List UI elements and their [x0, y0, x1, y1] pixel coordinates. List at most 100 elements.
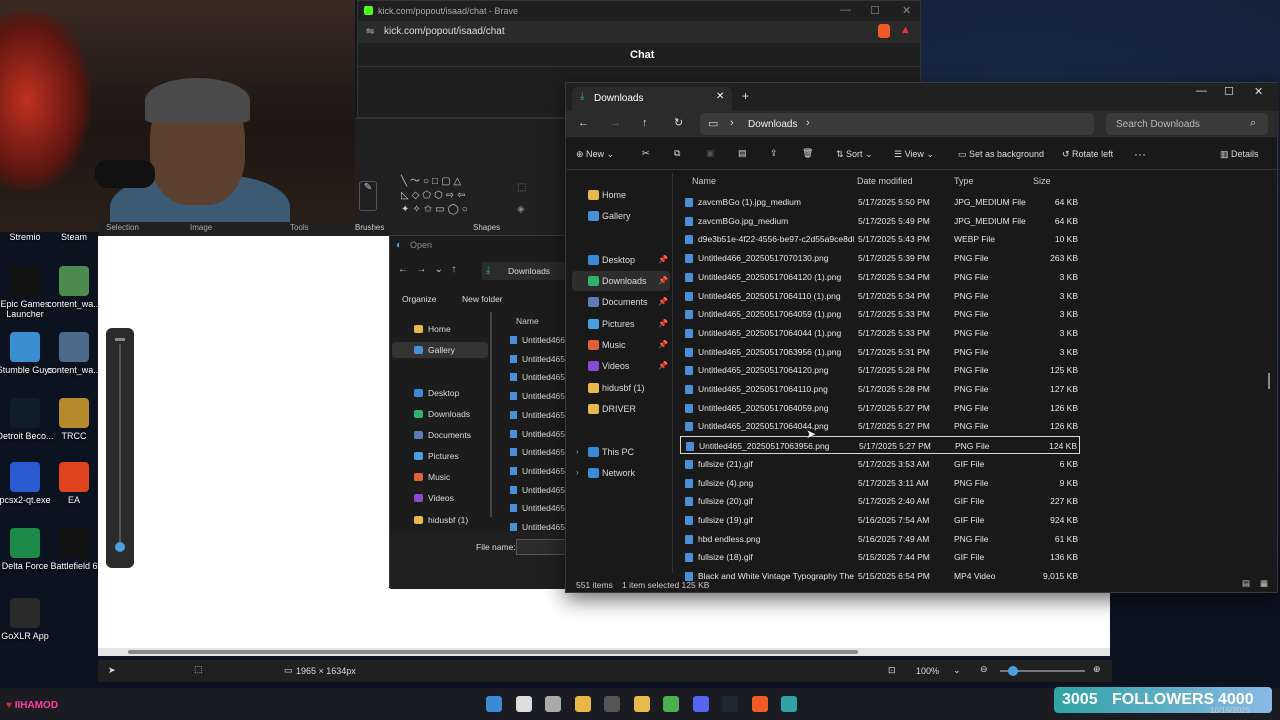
maximize-icon[interactable]: ☐	[1224, 85, 1234, 98]
refresh-icon[interactable]: ↻	[674, 116, 683, 129]
dialog-file-row[interactable]: Untitled465_	[510, 444, 570, 460]
discord-icon[interactable]	[692, 696, 709, 712]
steam-icon[interactable]	[722, 696, 738, 712]
more-options-icon[interactable]: ···	[1134, 147, 1146, 161]
task-view-icon[interactable]	[545, 696, 561, 712]
paste-icon[interactable]: ▣	[706, 148, 715, 159]
dialog-file-row[interactable]: Untitled465_	[510, 369, 570, 385]
table-row[interactable]: Untitled465_20250517064110 (1).png 5/17/2…	[680, 287, 1080, 305]
desktop-icon[interactable]: EA	[44, 462, 104, 505]
nav-item-pictures[interactable]: Pictures 📌	[572, 314, 670, 334]
set-background-button[interactable]: ▭ Set as background	[958, 149, 1044, 160]
nav-item-hidusbf-1-[interactable]: hidusbf (1)	[572, 378, 670, 398]
maximize-icon[interactable]: ☐	[870, 4, 880, 17]
brush-size-slider[interactable]	[106, 328, 134, 568]
details-button[interactable]: ▥ Details	[1220, 149, 1259, 160]
address-bar[interactable]: ⇋ kick.com/popout/isaad/chat ▲	[358, 21, 920, 43]
table-row[interactable]: Untitled465_20250517064120.png 5/17/2025 …	[680, 361, 1080, 379]
nav-item-documents[interactable]: Documents 📌	[572, 292, 670, 312]
dialog-file-row[interactable]: Untitled465_	[510, 388, 570, 404]
new-folder-button[interactable]: New folder	[462, 294, 503, 304]
table-row[interactable]: Untitled465_20250517064059 (1).png 5/17/2…	[680, 305, 1080, 323]
nav-item-videos[interactable]: Videos 📌	[572, 356, 670, 376]
nav-item-music[interactable]: Music 📌	[572, 335, 670, 355]
rename-icon[interactable]: ▤	[738, 148, 747, 159]
dialog-file-row[interactable]: Untitled466_	[510, 332, 570, 348]
table-row[interactable]: zavcmBGo.jpg_medium 5/17/2025 5:49 PM JPG_…	[680, 212, 1080, 230]
table-row[interactable]: hbd endless.png 5/16/2025 7:49 AM PNG File…	[680, 530, 1080, 548]
desktop-icon[interactable]: content_wa...	[44, 266, 104, 309]
start-icon[interactable]	[486, 696, 502, 712]
search-box[interactable]: Search Downloads ⌕	[1106, 113, 1268, 135]
desktop-icon[interactable]: GoXLR App	[0, 598, 55, 641]
minimize-icon[interactable]: —	[840, 4, 851, 16]
nav-item-downloads[interactable]: Downloads 📌	[572, 271, 670, 291]
dialog-nav-item[interactable]: Downloads	[392, 406, 488, 422]
nav-item-this-pc[interactable]: › This PC	[572, 442, 670, 462]
chevron-right-icon[interactable]: ›	[576, 442, 579, 462]
close-tab-icon[interactable]: ✕	[716, 91, 724, 102]
site-settings-icon[interactable]: ⇋	[366, 26, 374, 37]
table-row[interactable]: fullsize (21).gif 5/17/2025 3:53 AM GIF Fi…	[680, 455, 1080, 473]
shapes-gallery[interactable]: ╲〜○□▢△ ◺◇⬠⬡⇨⇦ ✦✧✩▭◯○	[401, 175, 501, 221]
table-row[interactable]: Untitled465_20250517064110.png 5/17/2025 …	[680, 380, 1080, 398]
table-row[interactable]: Untitled465_20250517064044 (1).png 5/17/2…	[680, 324, 1080, 342]
minimize-icon[interactable]: —	[1196, 85, 1207, 97]
dialog-nav-item[interactable]: Videos	[392, 490, 488, 506]
tab-downloads[interactable]: ⤓ Downloads ✕	[572, 87, 732, 111]
share-icon[interactable]: ⇪	[770, 148, 778, 159]
tiles-view-icon[interactable]: ▦	[1260, 578, 1268, 589]
sort-button[interactable]: ⇅ Sort ⌄	[836, 149, 873, 160]
column-name[interactable]: Name	[692, 173, 716, 189]
store-icon[interactable]	[574, 696, 591, 712]
scrollbar-thumb[interactable]	[1268, 373, 1270, 389]
search-icon[interactable]	[515, 696, 532, 712]
dialog-file-row[interactable]: Untitled465_	[510, 463, 570, 479]
close-icon[interactable]: ✕	[1254, 85, 1263, 98]
desktop-icon[interactable]: Steam	[44, 232, 104, 242]
dialog-nav-item[interactable]: Gallery	[392, 342, 488, 358]
table-row[interactable]: fullsize (18).gif 5/15/2025 7:44 PM GIF Fi…	[680, 548, 1080, 566]
copy-icon[interactable]: ⧉	[674, 148, 680, 159]
dialog-nav-item[interactable]: hidusbf (1)	[392, 512, 488, 528]
search-icon[interactable]: ⌕	[1250, 117, 1256, 130]
dialog-nav-item[interactable]: Home	[392, 321, 488, 337]
nav-item-home[interactable]: Home	[572, 185, 670, 205]
zoom-out-icon[interactable]: ⊖	[980, 664, 988, 675]
table-row[interactable]: Untitled465_20250517064120 (1).png 5/17/2…	[680, 268, 1080, 286]
breadcrumb[interactable]: ▭ › Downloads ›	[700, 113, 1094, 135]
zoom-slider-thumb[interactable]	[1008, 666, 1018, 676]
dialog-file-row[interactable]: Untitled465_	[510, 351, 570, 367]
dialog-nav-item[interactable]: Music	[392, 469, 488, 485]
dialog-file-row[interactable]: Untitled465_	[510, 407, 570, 423]
fit-icon[interactable]: ⊡	[888, 665, 896, 676]
new-tab-icon[interactable]: +	[742, 89, 749, 103]
table-row[interactable]: d9e3b51e-4f22-4556-be97-c2d55a9ce8d8... 5…	[680, 230, 1080, 248]
brave-shields-icon[interactable]	[878, 24, 890, 38]
table-row[interactable]: fullsize (20).gif 5/17/2025 2:40 AM GIF Fi…	[680, 492, 1080, 510]
organize-button[interactable]: Organize	[402, 294, 437, 304]
forward-icon[interactable]: →	[610, 117, 621, 129]
url-text[interactable]: kick.com/popout/isaad/chat	[384, 26, 505, 37]
dialog-nav-item[interactable]: Pictures	[392, 448, 488, 464]
breadcrumb-downloads[interactable]: Downloads	[748, 119, 797, 130]
settings-icon[interactable]	[604, 696, 620, 712]
nav-item-network[interactable]: › Network	[572, 463, 670, 483]
dialog-nav-item[interactable]: Documents	[392, 427, 488, 443]
brave-rewards-icon[interactable]: ▲	[900, 24, 911, 36]
column-size[interactable]: Size	[1033, 173, 1051, 189]
chrome-icon[interactable]	[663, 696, 679, 712]
chevron-right-icon[interactable]: ›	[576, 463, 579, 483]
brave-icon[interactable]	[751, 696, 768, 712]
cut-icon[interactable]: ✂	[642, 148, 650, 159]
canvas-scrollbar[interactable]	[98, 648, 1110, 656]
nav-item-gallery[interactable]: Gallery	[572, 206, 670, 226]
delete-icon[interactable]: 🗑	[802, 148, 813, 159]
column-date[interactable]: Date modified	[857, 173, 913, 189]
desktop-icon[interactable]: Battlefield 6	[44, 528, 104, 571]
rotate-left-button[interactable]: ↺ Rotate left	[1062, 149, 1113, 160]
nav-item-driver[interactable]: DRIVER	[572, 399, 670, 419]
new-button[interactable]: ⊕ New ⌄	[576, 149, 614, 160]
desktop-icon[interactable]: TRCC	[44, 398, 104, 441]
back-icon[interactable]: ←	[578, 117, 589, 129]
